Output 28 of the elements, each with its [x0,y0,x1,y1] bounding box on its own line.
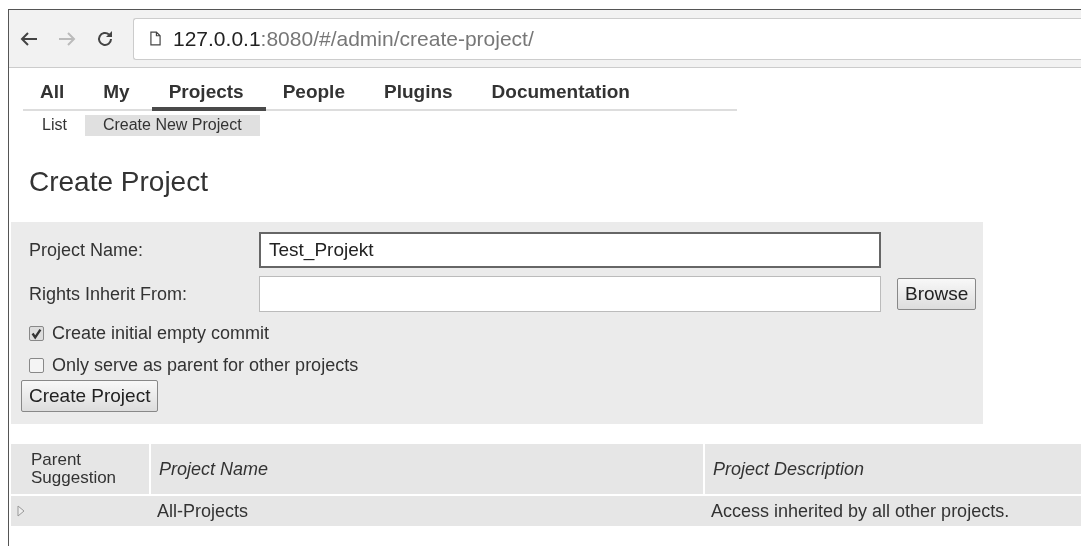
browse-button[interactable]: Browse [897,278,977,310]
nav-tab[interactable]: Documentation [474,81,652,111]
checkbox-label: Create initial empty commit [52,322,270,344]
input-field[interactable] [259,276,881,312]
nav-tab[interactable]: Plugins [367,81,475,111]
address-bar[interactable]: 127.0.0.1:8080/#/admin/create-project/ [133,17,1081,60]
checkbox-label: Only serve as parent for other projects [52,354,359,376]
table-cell-text: All-Projects [156,499,250,523]
input-field[interactable]: Test_Projekt [259,232,881,268]
expand-arrow-icon[interactable] [17,505,25,517]
column-header: Project Name [151,444,703,494]
sub-tab[interactable]: Create New Project [84,115,260,136]
checkbox[interactable] [29,357,44,373]
create-project-button[interactable]: Create Project [21,380,159,412]
nav-tab[interactable]: People [265,81,367,111]
table-cell-text: Access inherited by all other projects. [710,499,1011,523]
url-text: 127.0.0.1:8080/#/admin/create-project/ [173,26,534,51]
page-heading: Create Project [28,165,209,199]
nav-tab[interactable]: All [23,81,87,111]
nav-tab[interactable]: My [86,81,152,111]
checkbox[interactable] [29,325,44,341]
column-header: Project Description [705,444,1081,494]
field-label: Rights Inherit From: [29,283,189,305]
column-header: Parent Suggestion [11,444,149,494]
page-icon [150,31,161,46]
field-label: Project Name: [29,239,145,261]
sub-tab[interactable]: List [24,115,85,136]
nav-tab[interactable]: Projects [151,81,266,111]
